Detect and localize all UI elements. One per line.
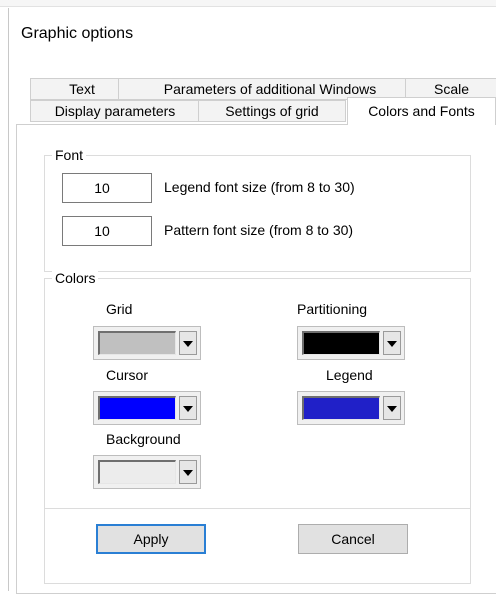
chevron-down-icon[interactable] bbox=[383, 396, 401, 420]
legend-color-picker[interactable] bbox=[297, 391, 405, 425]
chevron-down-icon[interactable] bbox=[179, 396, 197, 420]
legend-font-size-input[interactable]: 10 bbox=[62, 173, 152, 203]
partitioning-color-picker[interactable] bbox=[297, 326, 405, 360]
partitioning-color-label: Partitioning bbox=[297, 301, 368, 317]
buttons-divider bbox=[44, 508, 470, 509]
dialog-title: Graphic options bbox=[21, 25, 134, 42]
legend-color-swatch bbox=[302, 396, 380, 420]
cancel-button[interactable]: Cancel bbox=[298, 524, 408, 554]
chevron-down-icon[interactable] bbox=[179, 331, 197, 355]
window-left-edge bbox=[0, 8, 9, 591]
tab-display-parameters[interactable]: Display parameters bbox=[30, 100, 200, 122]
grid-color-picker[interactable] bbox=[93, 326, 201, 360]
colors-group-label: Colors bbox=[52, 270, 99, 286]
partitioning-color-swatch bbox=[302, 331, 380, 355]
background-color-picker[interactable] bbox=[93, 455, 201, 489]
apply-button[interactable]: Apply bbox=[96, 524, 206, 554]
pattern-font-size-label: Pattern font size (from 8 to 30) bbox=[164, 222, 354, 238]
tab-settings-of-grid[interactable]: Settings of grid bbox=[198, 100, 346, 122]
cursor-color-picker[interactable] bbox=[93, 391, 201, 425]
font-group-label: Font bbox=[52, 147, 87, 163]
tab-colors-and-fonts[interactable]: Colors and Fonts bbox=[347, 97, 496, 125]
grid-color-swatch bbox=[98, 331, 176, 355]
graphic-options-dialog: Graphic options Text Parameters of addit… bbox=[0, 0, 496, 594]
grid-color-label: Grid bbox=[106, 301, 133, 317]
window-top-edge bbox=[0, 0, 496, 7]
chevron-down-icon[interactable] bbox=[383, 331, 401, 355]
legend-font-size-label: Legend font size (from 8 to 30) bbox=[164, 179, 355, 195]
legend-color-label: Legend bbox=[326, 367, 373, 383]
background-color-swatch bbox=[98, 460, 176, 484]
background-color-label: Background bbox=[106, 431, 181, 447]
pattern-font-size-input[interactable]: 10 bbox=[62, 216, 152, 246]
cursor-color-label: Cursor bbox=[106, 367, 149, 383]
cursor-color-swatch bbox=[98, 396, 176, 420]
chevron-down-icon[interactable] bbox=[179, 460, 197, 484]
